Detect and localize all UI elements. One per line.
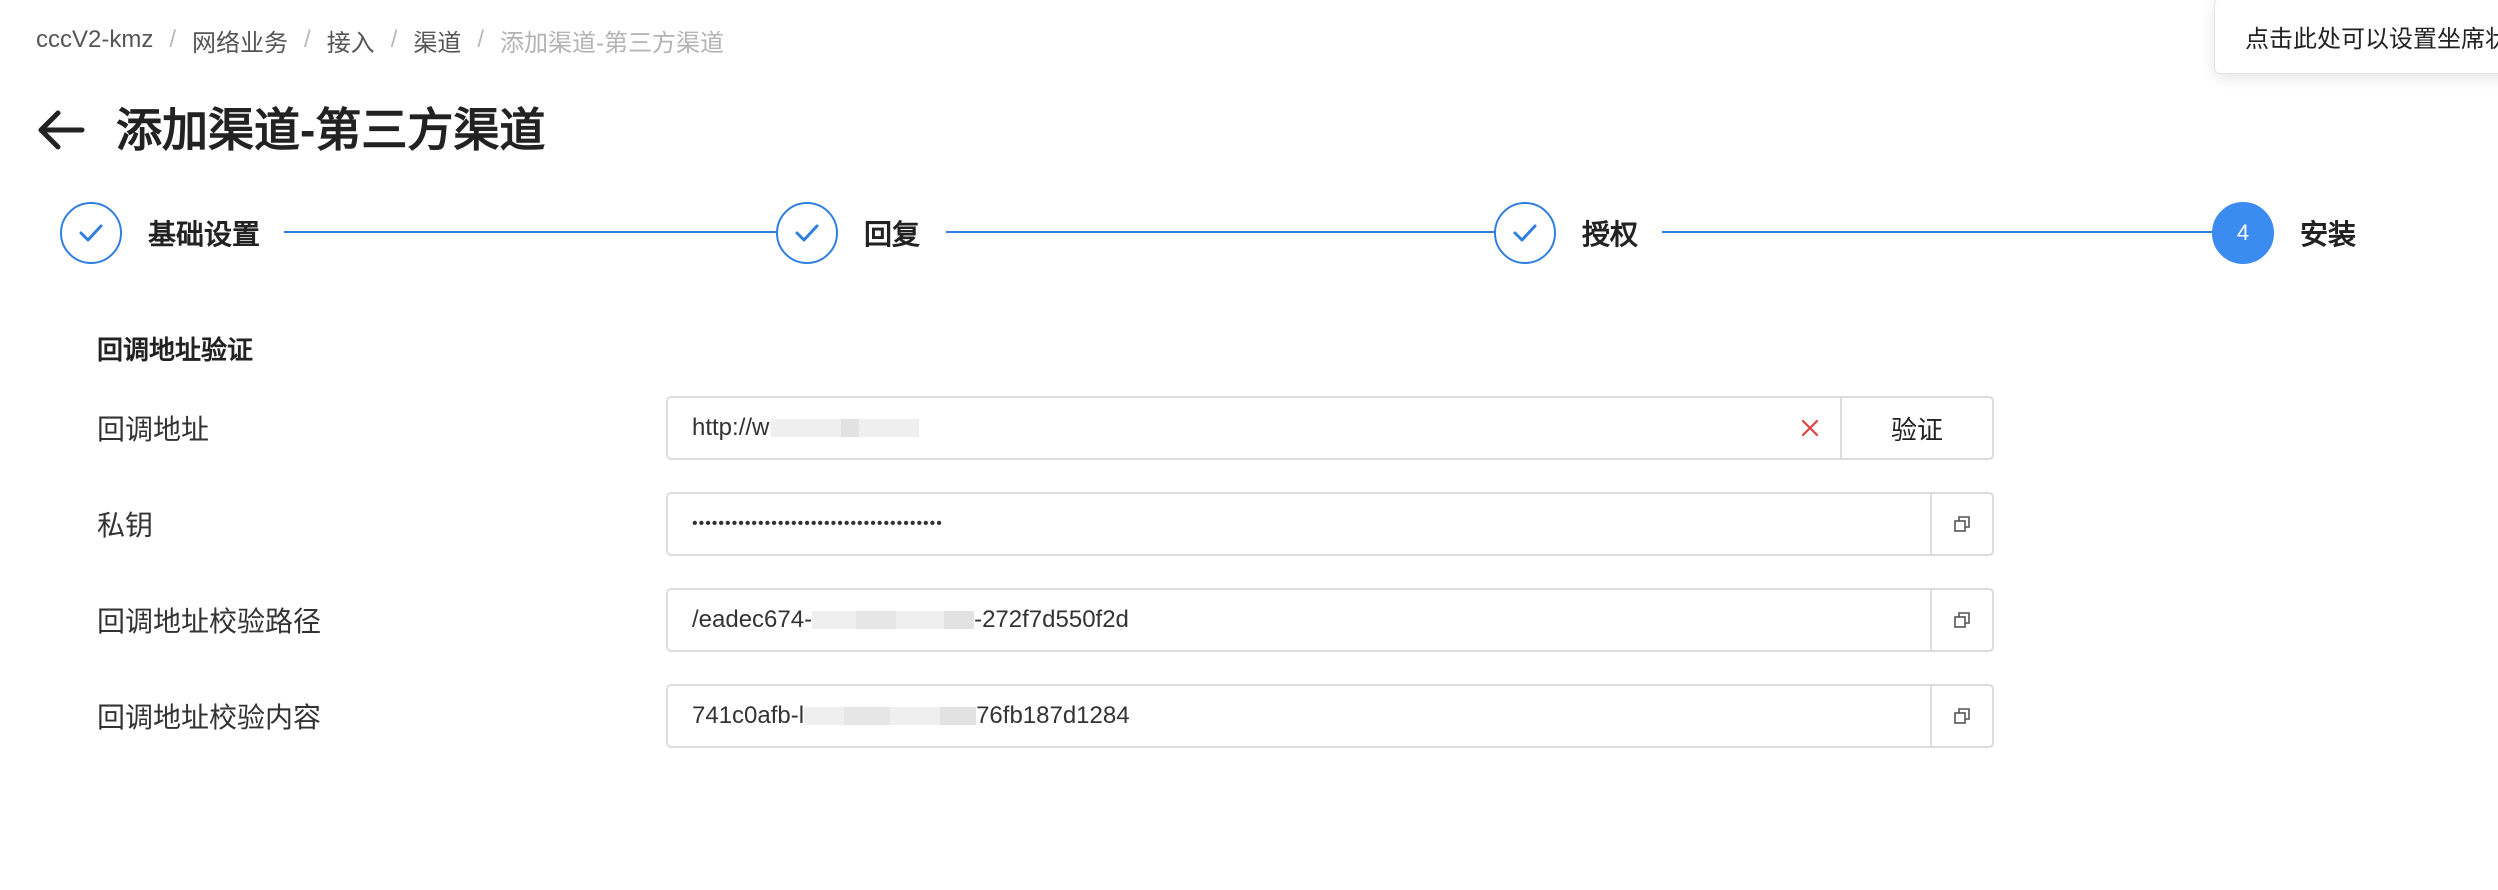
popover-text: 点击此处可以设置坐席状态	[2245, 25, 2498, 53]
breadcrumb-item-channel[interactable]: 渠道	[413, 23, 461, 58]
breadcrumb: cccV2-kmz / 网络业务 / 接入 / 渠道 / 添加渠道-第三方渠道	[36, 22, 724, 58]
redacted-block	[856, 611, 897, 629]
close-icon	[1801, 419, 1819, 437]
verify-content-input[interactable]: 741c0afb-l 76fb187d1284	[668, 686, 1930, 746]
field-label-private-key: 私钥	[97, 510, 154, 541]
step-install[interactable]: 4 安装	[2212, 200, 2356, 266]
redacted-block	[896, 611, 945, 629]
step-done-circle	[1494, 202, 1556, 264]
verify-path-field: /eadec674- -272f7d550f2d	[666, 588, 1994, 652]
breadcrumb-separator: /	[304, 26, 311, 53]
step-done-circle	[60, 202, 122, 264]
breadcrumb-item-workspace[interactable]: cccV2-kmz	[36, 26, 153, 54]
redacted-block	[804, 707, 845, 725]
redacted-block	[771, 419, 842, 437]
redacted-block	[841, 419, 860, 437]
field-label-verify-content: 回调地址校验内容	[97, 702, 322, 733]
redacted-block	[844, 707, 891, 725]
copy-verify-path-button[interactable]	[1930, 590, 1992, 650]
step-connector	[284, 231, 814, 233]
redacted-block	[944, 611, 975, 629]
redacted-block	[812, 611, 857, 629]
copy-private-key-button[interactable]	[1930, 494, 1992, 554]
section-title: 回调地址验证	[97, 335, 254, 365]
breadcrumb-item-network[interactable]: 网络业务	[192, 23, 288, 58]
callback-url-field: http://w 验证	[666, 396, 1994, 460]
private-key-input[interactable]: ••••••••••••••••••••••••••••••••••••••	[668, 494, 1930, 554]
copy-icon	[1954, 516, 1970, 532]
check-icon	[1513, 224, 1537, 242]
step-label: 基础设置	[148, 219, 261, 250]
redacted-block	[940, 707, 977, 725]
copy-icon	[1954, 708, 1970, 724]
step-label: 安装	[2300, 219, 2357, 250]
callback-url-value: http://w	[692, 414, 770, 441]
verify-path-value-start: /eadec674-	[692, 606, 813, 633]
private-key-field: ••••••••••••••••••••••••••••••••••••••	[666, 492, 1994, 556]
agent-status-popover[interactable]: 点击此处可以设置坐席状态	[2214, 0, 2498, 74]
check-icon	[795, 224, 819, 242]
step-label: 授权	[1582, 219, 1639, 250]
field-label-callback-url: 回调地址	[97, 414, 210, 445]
back-button[interactable]	[34, 103, 88, 157]
breadcrumb-separator: /	[477, 26, 485, 53]
verify-content-field: 741c0afb-l 76fb187d1284	[666, 684, 1994, 748]
step-reply[interactable]: 回复	[776, 200, 920, 266]
callback-url-input[interactable]: http://w	[668, 398, 1790, 458]
step-label: 回复	[864, 219, 921, 250]
step-authorize[interactable]: 授权	[1494, 200, 1638, 266]
private-key-value: ••••••••••••••••••••••••••••••••••••••	[692, 515, 943, 532]
verify-button[interactable]: 验证	[1840, 398, 1992, 458]
step-connector	[946, 231, 1534, 233]
arrow-left-icon	[38, 110, 85, 150]
verify-content-value-end: 76fb187d1284	[976, 702, 1130, 729]
check-icon	[79, 224, 103, 242]
step-done-circle	[776, 202, 838, 264]
verify-content-value-start: 741c0afb-l	[692, 702, 805, 729]
verify-path-value-end: -272f7d550f2d	[974, 606, 1129, 633]
copy-verify-content-button[interactable]	[1930, 686, 1992, 746]
field-label-verify-path: 回调地址校验路径	[97, 606, 322, 637]
clear-icon[interactable]	[1790, 398, 1830, 458]
redacted-block	[859, 419, 920, 437]
breadcrumb-item-access[interactable]: 接入	[327, 23, 375, 58]
page-title: 添加渠道-第三方渠道	[116, 104, 546, 156]
verify-path-input[interactable]: /eadec674- -272f7d550f2d	[668, 590, 1930, 650]
step-active-circle: 4	[2212, 202, 2274, 264]
breadcrumb-item-current: 添加渠道-第三方渠道	[500, 29, 725, 57]
redacted-block	[890, 707, 941, 725]
step-basic-settings[interactable]: 基础设置	[60, 200, 260, 266]
breadcrumb-separator: /	[169, 26, 177, 53]
step-connector	[1662, 231, 2250, 233]
breadcrumb-separator: /	[390, 26, 398, 53]
step-progress: 基础设置 回复 授权 4 安装	[60, 200, 2360, 266]
copy-icon	[1954, 612, 1970, 628]
